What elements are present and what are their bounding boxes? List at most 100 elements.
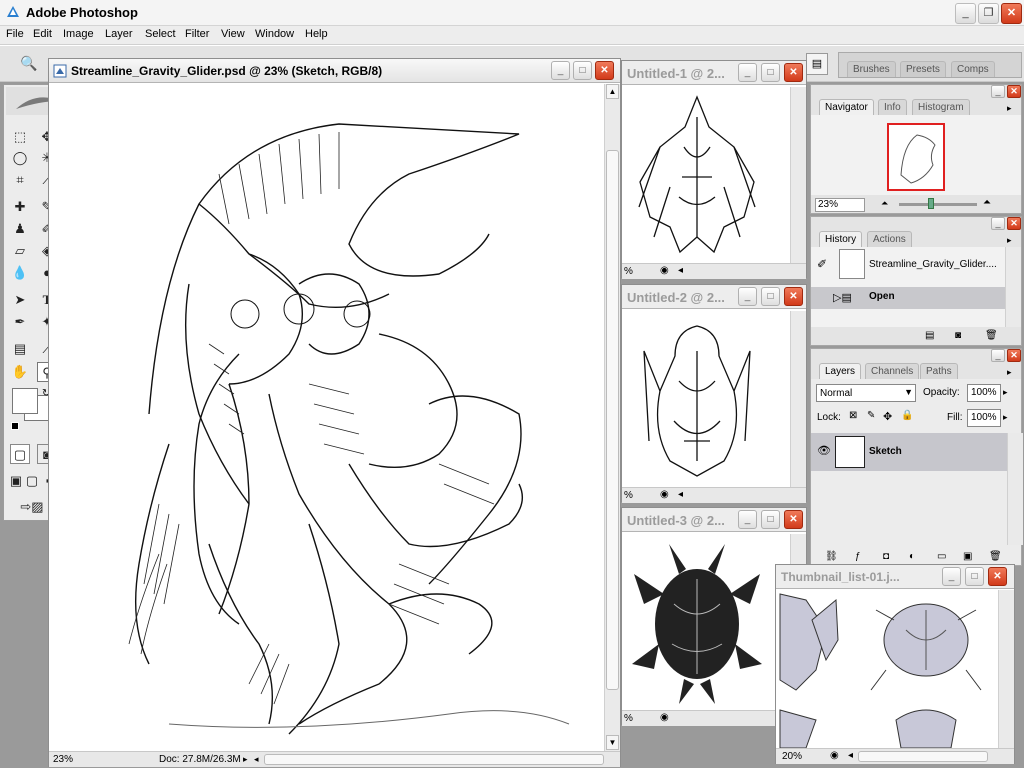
adjustment-layer-icon[interactable]: ◐ <box>909 551 915 562</box>
fill-field[interactable]: 100% <box>967 409 1001 427</box>
menu-edit[interactable]: Edit <box>33 28 52 40</box>
full-screen-menu-mode-icon[interactable]: ▢ <box>24 471 40 491</box>
untitled-1-minimize-button[interactable]: _ <box>738 63 757 82</box>
menu-window[interactable]: Window <box>255 28 294 40</box>
history-minimize-button[interactable]: _ <box>991 217 1005 230</box>
untitled-3-zoom[interactable]: % <box>624 712 633 726</box>
untitled-1-canvas[interactable] <box>624 87 770 263</box>
doc-maximize-button[interactable]: □ <box>573 61 592 80</box>
foreground-color-swatch[interactable] <box>12 388 38 414</box>
history-brush-source-icon[interactable]: ✐ <box>817 257 827 271</box>
untitled-2-vertical-scrollbar[interactable] <box>790 311 806 487</box>
eye-visibility-icon[interactable]: 👁 <box>817 444 831 457</box>
layers-minimize-button[interactable]: _ <box>991 349 1005 362</box>
untitled-3-maximize-button[interactable]: □ <box>761 510 780 529</box>
restore-button[interactable]: ❐ <box>978 3 999 24</box>
blur-tool-icon[interactable]: 💧 <box>10 263 30 283</box>
thumbnail-list-canvas[interactable] <box>776 590 998 748</box>
zoom-out-icon[interactable]: ⏶ <box>881 198 888 209</box>
standard-mode-icon[interactable]: ▢ <box>10 444 30 464</box>
blend-mode-select[interactable]: Normal ▼ <box>816 384 916 402</box>
thumbnail-zoom[interactable]: 20% <box>782 750 802 764</box>
layer-style-icon[interactable]: ƒ <box>855 551 861 562</box>
new-document-from-state-icon[interactable]: ▤ <box>925 330 934 341</box>
navigator-close-button[interactable]: ✕ <box>1007 85 1021 98</box>
eraser-tool-icon[interactable]: ▱ <box>10 241 30 261</box>
new-snapshot-icon[interactable]: ◙ <box>955 330 961 341</box>
status-menu-icon[interactable]: ◉ <box>830 749 839 763</box>
thumbnail-maximize-button[interactable]: □ <box>965 567 984 586</box>
menu-layer[interactable]: Layer <box>105 28 133 40</box>
layer-row-sketch[interactable]: 👁 Sketch <box>811 433 1007 471</box>
lasso-tool-icon[interactable]: ◯ <box>10 148 30 168</box>
canvas-sketch[interactable] <box>49 84 604 751</box>
menu-image[interactable]: Image <box>63 28 94 40</box>
untitled-1-vertical-scrollbar[interactable] <box>790 87 806 263</box>
panel-menu-icon[interactable]: ▸ <box>1007 103 1012 114</box>
untitled-2-minimize-button[interactable]: _ <box>738 287 757 306</box>
tab-presets[interactable]: Presets <box>900 61 946 77</box>
scroll-left-icon[interactable]: ◂ <box>254 752 259 766</box>
pen-tool-icon[interactable]: ✒ <box>10 312 30 332</box>
tab-histogram[interactable]: Histogram <box>912 99 970 115</box>
untitled-1-maximize-button[interactable]: □ <box>761 63 780 82</box>
menu-view[interactable]: View <box>221 28 245 40</box>
status-menu-icon[interactable]: ◉ <box>660 264 669 278</box>
fill-slider-arrow-icon[interactable]: ▸ <box>1003 412 1008 423</box>
thumbnail-vertical-scrollbar[interactable] <box>998 590 1014 748</box>
marquee-tool-icon[interactable]: ⬚ <box>10 127 30 147</box>
panel-menu-icon[interactable]: ▸ <box>1007 235 1012 246</box>
tab-brushes[interactable]: Brushes <box>847 61 896 77</box>
healing-brush-tool-icon[interactable]: ✚ <box>10 197 30 217</box>
untitled-3-canvas[interactable] <box>624 534 770 710</box>
tab-history[interactable]: History <box>819 231 863 247</box>
lock-position-icon[interactable]: ✥ <box>883 410 892 423</box>
untitled-2-maximize-button[interactable]: □ <box>761 287 780 306</box>
delete-layer-icon[interactable]: 🗑 <box>989 551 1002 562</box>
tab-channels[interactable]: Channels <box>865 363 920 379</box>
untitled-1-close-button[interactable]: ✕ <box>784 63 803 82</box>
clone-stamp-tool-icon[interactable]: ♟ <box>10 219 30 239</box>
scroll-left-icon[interactable]: ◂ <box>678 264 683 278</box>
doc-close-button[interactable]: ✕ <box>595 61 614 80</box>
menu-filter[interactable]: Filter <box>185 28 209 40</box>
history-snapshot-name[interactable]: Streamline_Gravity_Glider.... <box>869 259 997 270</box>
notes-tool-icon[interactable]: ▤ <box>10 339 30 359</box>
scroll-left-icon[interactable]: ◂ <box>848 749 853 763</box>
default-colors-icon[interactable] <box>11 422 19 430</box>
tab-navigator[interactable]: Navigator <box>819 99 874 115</box>
path-selection-tool-icon[interactable]: ➤ <box>10 290 30 310</box>
untitled-2-close-button[interactable]: ✕ <box>784 287 803 306</box>
menu-help[interactable]: Help <box>305 28 328 40</box>
lock-pixels-icon[interactable]: ✎ <box>867 410 875 421</box>
navigator-zoom-field[interactable]: 23% <box>815 198 865 212</box>
standard-screen-mode-icon[interactable]: ▣ <box>8 471 24 491</box>
navigator-slider-handle[interactable] <box>928 198 934 209</box>
snapshot-thumbnail[interactable] <box>839 249 865 279</box>
untitled-2-canvas[interactable] <box>624 311 770 487</box>
untitled-1-title-bar[interactable]: Untitled-1 @ 2... _ □ ✕ <box>622 61 806 85</box>
main-doc-title-bar[interactable]: Streamline_Gravity_Glider.psd @ 23% (Ske… <box>49 59 620 83</box>
history-state-row[interactable]: ▷▤ Open <box>811 287 1005 309</box>
link-layers-icon[interactable]: ⛓ <box>825 551 838 562</box>
layers-scrollbar[interactable] <box>1007 433 1023 545</box>
untitled-3-close-button[interactable]: ✕ <box>784 510 803 529</box>
menu-select[interactable]: Select <box>145 28 176 40</box>
untitled-1-zoom[interactable]: % <box>624 265 633 279</box>
crop-tool-icon[interactable]: ⌗ <box>10 170 30 190</box>
thumbnail-minimize-button[interactable]: _ <box>942 567 961 586</box>
main-doc-vertical-scrollbar[interactable]: ▲ ▼ <box>604 84 620 751</box>
status-menu-icon[interactable]: ◉ <box>660 711 669 725</box>
doc-size-info[interactable]: Doc: 27.8M/26.3M <box>159 753 241 767</box>
status-menu-icon[interactable]: ◉ <box>660 488 669 502</box>
opacity-field[interactable]: 100% <box>967 384 1001 402</box>
zoom-in-icon[interactable]: ⏶ <box>983 197 991 208</box>
thumbnail-horizontal-scrollbar[interactable] <box>858 751 988 762</box>
lock-transparency-icon[interactable]: ⊠ <box>849 410 857 421</box>
main-doc-zoom-level[interactable]: 23% <box>53 753 73 767</box>
history-close-button[interactable]: ✕ <box>1007 217 1021 230</box>
tab-info[interactable]: Info <box>878 99 907 115</box>
tab-comps[interactable]: Comps <box>951 61 995 77</box>
tab-actions[interactable]: Actions <box>867 231 912 247</box>
file-browser-icon[interactable]: ▤ <box>806 53 828 75</box>
